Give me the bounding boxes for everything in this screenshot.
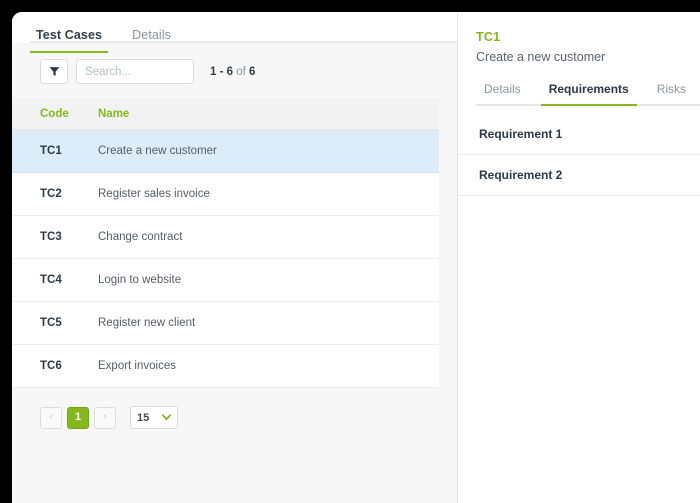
- pagination: ‹ 1 › 15: [12, 388, 457, 429]
- result-count: 1 - 6 of 6: [210, 66, 255, 78]
- filter-button[interactable]: [40, 59, 68, 84]
- pagination-prev-button[interactable]: ‹: [40, 406, 62, 429]
- chevron-right-icon: ›: [103, 411, 107, 423]
- cell-name: Login to website: [98, 258, 439, 302]
- table-row[interactable]: TC6 Export invoices: [12, 344, 439, 388]
- app-window: Test Cases Details 1 - 6 of 6: [0, 0, 700, 503]
- cell-code: TC5: [12, 301, 98, 345]
- pagination-next-button[interactable]: ›: [94, 406, 116, 429]
- cell-name: Register new client: [98, 301, 439, 345]
- detail-tab-requirements[interactable]: Requirements: [540, 82, 637, 106]
- requirements-list: Requirement 1 Requirement 2: [458, 114, 700, 196]
- requirement-label: Requirement 2: [479, 168, 563, 182]
- table-row[interactable]: TC2 Register sales invoice: [12, 172, 439, 216]
- table-header-row: Code Name: [12, 98, 439, 130]
- cell-name: Export invoices: [98, 344, 439, 388]
- cell-code: TC1: [12, 129, 98, 173]
- tab-details[interactable]: Details: [126, 28, 177, 53]
- table-row[interactable]: TC4 Login to website: [12, 258, 439, 302]
- table-row[interactable]: TC3 Change contract: [12, 215, 439, 259]
- cell-code: TC3: [12, 215, 98, 259]
- list-item[interactable]: Requirement 2: [458, 155, 700, 196]
- detail-tab-details-label: Details: [484, 82, 521, 96]
- tab-test-cases[interactable]: Test Cases: [30, 28, 109, 53]
- result-count-total: 6: [249, 65, 256, 78]
- pagination-page-1-button[interactable]: 1: [67, 406, 89, 429]
- detail-code: TC1: [476, 30, 501, 44]
- result-count-of: of: [233, 65, 249, 78]
- test-cases-panel: Test Cases Details 1 - 6 of 6: [12, 12, 458, 503]
- column-header-name[interactable]: Name: [98, 98, 439, 130]
- search-input[interactable]: [76, 59, 194, 84]
- table-body: TC1 Create a new customer TC2 Register s…: [12, 129, 439, 388]
- detail-title: Create a new customer: [476, 50, 606, 64]
- detail-tab-bar: Details Requirements Risks Applications: [458, 82, 700, 106]
- cell-code: TC2: [12, 172, 98, 216]
- table-header: Code Name: [12, 98, 439, 130]
- page-size-value: 15: [137, 411, 150, 424]
- filter-funnel-icon: [49, 66, 60, 77]
- result-count-range: 1 - 6: [210, 65, 234, 78]
- cell-name: Create a new customer: [98, 129, 439, 173]
- detail-tab-risks-label: Risks: [656, 82, 687, 96]
- tab-details-label: Details: [132, 28, 172, 42]
- chevron-down-icon: [162, 414, 171, 421]
- detail-tab-requirements-label: Requirements: [548, 82, 629, 96]
- detail-header: TC1 Create a new customer: [458, 12, 700, 64]
- test-case-detail-panel: TC1 Create a new customer Details Requir…: [458, 12, 700, 503]
- column-header-code[interactable]: Code: [12, 98, 98, 130]
- chevron-left-icon: ‹: [49, 411, 53, 423]
- pagination-page-number: 1: [74, 411, 82, 423]
- test-cases-table: Code Name TC1 Create a new customer TC2 …: [12, 98, 439, 388]
- table-row[interactable]: TC1 Create a new customer: [12, 129, 439, 173]
- main-tab-bar: Test Cases Details: [12, 12, 457, 53]
- cell-name: Register sales invoice: [98, 172, 439, 216]
- list-item[interactable]: Requirement 1: [458, 114, 700, 155]
- detail-tab-risks[interactable]: Risks: [649, 82, 694, 106]
- cell-code: TC6: [12, 344, 98, 388]
- page-size-select[interactable]: 15: [130, 406, 178, 429]
- tab-test-cases-label: Test Cases: [36, 28, 103, 42]
- table-row[interactable]: TC5 Register new client: [12, 301, 439, 345]
- cell-name: Change contract: [98, 215, 439, 259]
- requirement-label: Requirement 1: [479, 127, 563, 141]
- detail-tab-details[interactable]: Details: [476, 82, 529, 106]
- app-card: Test Cases Details 1 - 6 of 6: [12, 12, 700, 503]
- cell-code: TC4: [12, 258, 98, 302]
